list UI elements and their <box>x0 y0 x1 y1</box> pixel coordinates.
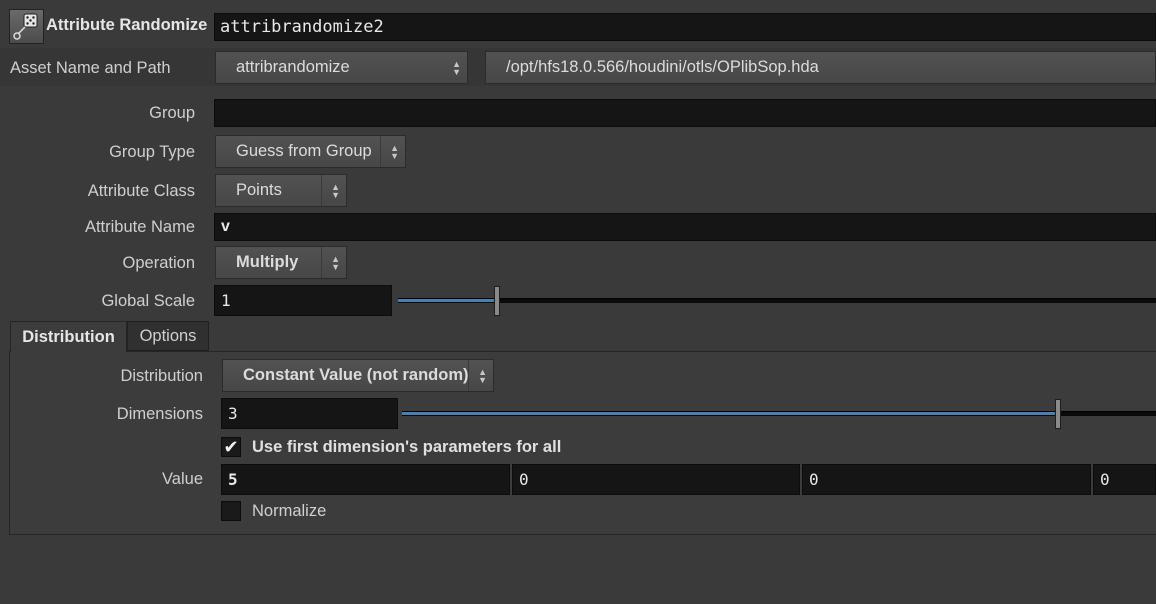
slider-fill <box>398 299 497 302</box>
asset-path-field[interactable]: /opt/hfs18.0.566/houdini/otls/OPlibSop.h… <box>485 51 1156 84</box>
dimensions-field[interactable]: 3 <box>221 398 398 429</box>
operation-value: Multiply <box>236 253 299 271</box>
asset-label: Asset Name and Path <box>10 59 171 77</box>
node-icon[interactable] <box>9 9 44 44</box>
normalize-label: Normalize <box>252 502 327 520</box>
menu-separator <box>321 175 322 206</box>
updown-arrows-icon: ▲ ▼ <box>331 253 340 272</box>
group-type-value: Guess from Group <box>236 142 372 160</box>
group-field[interactable] <box>214 99 1156 127</box>
menu-separator <box>380 136 381 167</box>
updown-arrows-icon: ▲ ▼ <box>331 181 340 200</box>
value-label: Value <box>162 470 203 488</box>
menu-separator <box>321 247 322 278</box>
normalize-checkbox[interactable] <box>221 501 241 521</box>
attribute-name-field[interactable]: v <box>214 213 1156 241</box>
dimensions-label: Dimensions <box>116 405 203 423</box>
slider-fill <box>402 412 1058 415</box>
checkmark-icon: ✔ <box>223 436 239 457</box>
global-scale-slider-handle[interactable] <box>494 286 500 316</box>
tab-distribution[interactable]: Distribution <box>10 321 127 352</box>
dice-icon <box>13 13 38 40</box>
global-scale-slider[interactable] <box>398 298 1156 303</box>
attribute-class-menu[interactable]: Points ▲ ▼ <box>215 174 347 207</box>
tab-options[interactable]: Options <box>127 321 209 351</box>
global-scale-field[interactable]: 1 <box>214 285 392 316</box>
distribution-menu[interactable]: Constant Value (not random) ▲ ▼ <box>222 359 494 392</box>
group-type-menu[interactable]: Guess from Group ▲ ▼ <box>215 135 406 168</box>
distribution-label: Distribution <box>120 367 203 385</box>
dimensions-slider[interactable] <box>402 411 1156 416</box>
asset-name-value: attribrandomize <box>236 58 350 76</box>
operation-menu[interactable]: Multiply ▲ ▼ <box>215 246 347 279</box>
distribution-value: Constant Value (not random) <box>243 366 469 384</box>
attribute-name-label: Attribute Name <box>84 218 195 236</box>
attribute-class-label: Attribute Class <box>87 182 195 200</box>
node-type-label: Attribute Randomize <box>46 16 208 34</box>
group-type-label: Group Type <box>109 143 195 161</box>
updown-arrows-icon: ▲ ▼ <box>452 58 461 77</box>
value-field-2[interactable]: 0 <box>512 464 800 495</box>
updown-arrows-icon: ▲ ▼ <box>390 142 399 161</box>
value-field-1[interactable]: 5 <box>221 464 510 495</box>
global-scale-label: Global Scale <box>101 292 195 310</box>
asset-name-menu[interactable]: attribrandomize ▲ ▼ <box>215 51 468 84</box>
use-first-dimension-checkbox[interactable]: ✔ <box>221 437 241 457</box>
dimensions-slider-handle[interactable] <box>1055 399 1061 429</box>
node-name-field[interactable]: attribrandomize2 <box>214 13 1156 41</box>
menu-separator <box>468 360 469 391</box>
asset-path-value: /opt/hfs18.0.566/houdini/otls/OPlibSop.h… <box>506 58 819 76</box>
use-first-dimension-label: Use first dimension's parameters for all <box>252 438 562 456</box>
operation-label: Operation <box>122 254 195 272</box>
group-label: Group <box>149 104 195 122</box>
value-field-4[interactable]: 0 <box>1093 464 1156 495</box>
attribute-class-value: Points <box>236 181 282 199</box>
value-field-3[interactable]: 0 <box>802 464 1091 495</box>
updown-arrows-icon: ▲ ▼ <box>478 366 487 385</box>
